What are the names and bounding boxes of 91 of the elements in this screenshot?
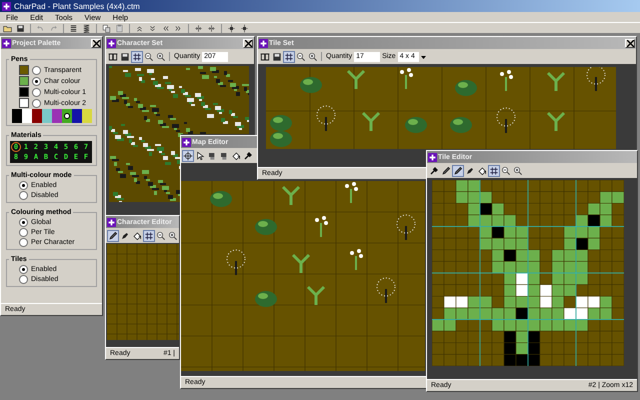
squeeze-icon <box>207 24 216 32</box>
insert-icon <box>240 24 249 32</box>
grid-icon <box>284 52 294 62</box>
squeeze-button[interactable] <box>193 22 204 34</box>
bucket-icon <box>132 230 142 240</box>
plus-icon <box>2 2 11 10</box>
zoom-in-button[interactable] <box>167 230 179 242</box>
save-icon <box>120 52 130 62</box>
pencil-icon <box>108 230 118 240</box>
radio-button[interactable] <box>32 98 41 108</box>
paste-button[interactable] <box>114 22 125 34</box>
crosshair-icon <box>183 150 193 160</box>
zoom-out-button[interactable] <box>295 50 307 62</box>
tile-pixel-grid[interactable] <box>432 180 624 366</box>
bucket-button[interactable] <box>476 164 488 176</box>
chevron-right-icon <box>174 24 183 32</box>
grid-icon <box>489 166 499 176</box>
zoom-out-button[interactable] <box>500 164 512 176</box>
squeeze-button[interactable] <box>206 22 217 34</box>
bucket-button[interactable] <box>131 230 143 242</box>
close-icon <box>244 40 252 46</box>
crosshair-button[interactable] <box>182 150 194 162</box>
zoom-out-button[interactable] <box>143 50 155 62</box>
colour-swatch[interactable] <box>19 87 29 97</box>
zoom-in-button[interactable] <box>155 50 167 62</box>
insert-icon <box>227 24 236 32</box>
pencil-button[interactable] <box>440 164 452 176</box>
zoom-out-icon <box>156 230 166 240</box>
rows-icon <box>69 24 78 32</box>
save-icon <box>16 24 25 32</box>
zigzag-icon <box>82 24 91 32</box>
save-button[interactable] <box>15 22 26 34</box>
close-icon <box>626 40 634 46</box>
pen-icon <box>120 230 130 240</box>
copy-button[interactable] <box>101 22 112 34</box>
pencil-button[interactable] <box>107 230 119 242</box>
insert-button[interactable] <box>239 22 250 34</box>
palette-colour[interactable] <box>62 109 72 123</box>
radio-button[interactable] <box>19 228 28 237</box>
bucket-button[interactable] <box>230 150 242 162</box>
colour-swatch[interactable] <box>19 98 29 108</box>
colour-swatch[interactable] <box>19 76 29 86</box>
zigzag-button[interactable] <box>81 22 92 34</box>
close-icon <box>92 40 100 46</box>
save-button[interactable] <box>119 50 131 62</box>
save-button[interactable] <box>271 50 283 62</box>
chevron-down-icon <box>148 24 157 32</box>
insert-button[interactable] <box>226 22 237 34</box>
bucket-icon <box>231 150 241 160</box>
grid-icon <box>144 230 154 240</box>
save-icon <box>272 52 282 62</box>
close-button[interactable] <box>91 38 101 48</box>
zoom-out-button[interactable] <box>155 230 167 242</box>
radio-button[interactable] <box>32 76 41 86</box>
rows-button[interactable] <box>68 22 79 34</box>
grid-button[interactable] <box>283 50 295 62</box>
pointer-icon <box>195 150 205 160</box>
zoom-in-icon <box>513 166 523 176</box>
zoom-in-icon <box>308 52 318 62</box>
radio-button[interactable] <box>19 265 28 274</box>
close-button[interactable] <box>243 38 253 48</box>
zoom-in-button[interactable] <box>512 164 524 176</box>
squeeze-icon <box>194 24 203 32</box>
grid-button[interactable] <box>131 50 143 62</box>
zoom-out-icon <box>501 166 511 176</box>
glasses-icon <box>260 52 270 62</box>
grid-button[interactable] <box>488 164 500 176</box>
zoom-in-icon <box>156 52 166 62</box>
bucket-icon <box>477 166 487 176</box>
radio-button[interactable] <box>19 238 28 247</box>
close-button[interactable] <box>625 38 635 48</box>
app-title: CharPad - Plant Samples (4x4).ctm <box>14 2 140 10</box>
pencil-button[interactable] <box>452 164 464 176</box>
zoom-out-icon <box>144 52 154 62</box>
radio-button[interactable] <box>19 218 28 227</box>
grid-icon <box>132 52 142 62</box>
undo-icon <box>36 24 45 32</box>
glasses-icon <box>108 52 118 62</box>
redo-icon <box>49 24 58 32</box>
zoom-in-button[interactable] <box>307 50 319 62</box>
glasses-button[interactable] <box>107 50 119 62</box>
grid-button[interactable] <box>143 230 155 242</box>
glasses-button[interactable] <box>259 50 271 62</box>
radio-button[interactable] <box>32 88 41 96</box>
chevron-left-icon <box>161 24 170 32</box>
zoom-out-icon <box>296 52 306 62</box>
radio-button[interactable] <box>19 275 28 284</box>
colour-swatch[interactable] <box>19 65 29 75</box>
radio-button[interactable] <box>32 66 41 74</box>
radio-button[interactable] <box>19 191 28 200</box>
radio-button[interactable] <box>19 181 28 190</box>
